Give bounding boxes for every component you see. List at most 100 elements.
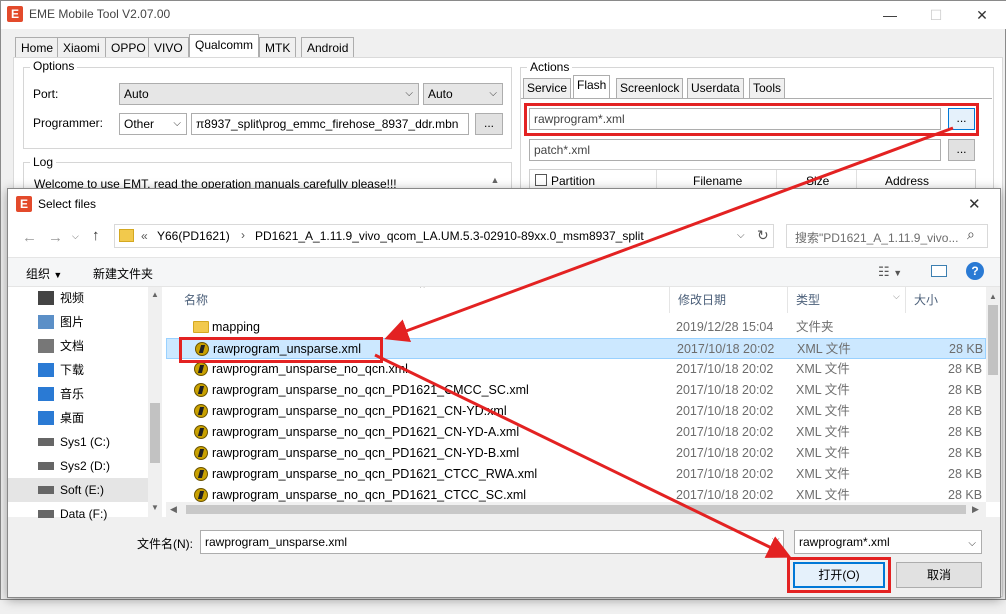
nav-pane-scrollbar[interactable]: ▲ ▼ (148, 287, 162, 517)
refresh-icon[interactable]: ↻ (757, 227, 769, 244)
tab-home[interactable]: Home (15, 37, 60, 57)
log-scroll-up-icon[interactable]: ▲ (487, 175, 503, 189)
scroll-up-icon[interactable]: ▲ (989, 292, 997, 301)
breadcrumb-item[interactable]: PD1621_A_1.11.9_vivo_qcom_LA.UM.5.3-0291… (255, 229, 653, 243)
help-icon[interactable]: ? (966, 262, 984, 280)
navigation-bar: ← → ⌵ ↑ « Y66(PD1621) › PD1621_A_1.11.9_… (8, 219, 1000, 257)
tab-xiaomi[interactable]: Xiaomi (57, 37, 106, 57)
back-arrow-icon[interactable]: ← (22, 229, 37, 246)
scroll-right-icon[interactable]: ▶ (972, 504, 979, 515)
breadcrumb-item[interactable]: Y66(PD1621) (157, 229, 230, 243)
h-scroll-thumb[interactable] (186, 505, 966, 514)
drive-icon (38, 510, 54, 518)
select-all-checkbox[interactable] (535, 174, 547, 186)
file-name: rawprogram_unsparse_no_qcn_PD1621_CMCC_S… (212, 383, 529, 397)
column-dropdown-icon[interactable]: ⌵ (893, 291, 900, 302)
chevron-down-icon: ⌵ (173, 118, 181, 129)
search-box[interactable]: 搜索"PD1621_A_1.11.9_vivo... ⌕ (786, 224, 988, 248)
close-icon[interactable]: ✕ (959, 1, 1005, 29)
programmer-type-select[interactable]: Other ⌵ (119, 113, 187, 135)
file-row[interactable]: rawprogram_unsparse_no_qcn_PD1621_CN-YD-… (166, 422, 986, 443)
nav-item[interactable]: 桌面 (8, 406, 148, 430)
nav-item[interactable]: Sys1 (C:) (8, 430, 148, 454)
file-row[interactable]: rawprogram_unsparse_no_qcn_PD1621_CN-YD.… (166, 401, 986, 422)
port-mode-select[interactable]: Auto ⌵ (423, 83, 503, 105)
open-button[interactable]: 打开(O) (793, 562, 885, 588)
scroll-left-icon[interactable]: ◀ (170, 504, 177, 515)
cancel-button[interactable]: 取消 (896, 562, 982, 588)
filename-dropdown-icon[interactable]: ⌵ (772, 534, 780, 545)
col-size[interactable]: 大小 (906, 287, 986, 313)
address-dropdown-icon[interactable]: ⌵ (737, 230, 745, 241)
nav-item[interactable]: 图片 (8, 310, 148, 334)
file-name: rawprogram_unsparse_no_qcn_PD1621_CTCC_S… (212, 488, 527, 502)
rawprogram-field[interactable]: rawprogram*.xml (529, 108, 941, 130)
file-date: 2017/10/18 20:02 (676, 467, 774, 481)
tab-android[interactable]: Android (301, 37, 355, 57)
port-select[interactable]: Auto ⌵ (119, 83, 419, 105)
file-row[interactable]: rawprogram_unsparse_no_qcn_PD1621_CTCC_S… (166, 485, 986, 502)
tab-qualcomm[interactable]: Qualcomm (189, 34, 260, 58)
nav-item[interactable]: 文档 (8, 334, 148, 358)
file-type: XML 文件 (796, 446, 850, 460)
nav-item[interactable]: 下载 (8, 358, 148, 382)
nav-item[interactable]: Soft (E:) (8, 478, 148, 502)
programmer-browse-button[interactable]: ... (475, 113, 503, 135)
recent-chevron-icon[interactable]: ⌵ (72, 231, 79, 242)
nav-item[interactable]: Data (F:) (8, 502, 148, 526)
up-arrow-icon[interactable]: ↑ (92, 227, 100, 244)
file-type-filter[interactable]: rawprogram*.xml ⌵ (794, 530, 982, 554)
file-name: rawprogram_unsparse_no_qcn_PD1621_CN-YD.… (212, 404, 507, 418)
nav-item-label: 文档 (60, 339, 85, 353)
file-list: 名称 ^ 修改日期 类型 大小 ⌵ mapping 2019/12/28 15:0… (166, 287, 986, 502)
minimize-icon[interactable]: — (867, 1, 913, 29)
tab-userdata[interactable]: Userdata (687, 78, 744, 98)
tab-tools[interactable]: Tools (749, 78, 786, 98)
breadcrumb-overflow[interactable]: « (141, 229, 148, 243)
nav-item[interactable]: 视频 (8, 286, 148, 310)
file-size: 28 KB (948, 467, 983, 481)
address-bar[interactable]: « Y66(PD1621) › PD1621_A_1.11.9_vivo_qco… (114, 224, 774, 248)
picture-icon (38, 315, 54, 329)
rawprogram-browse-button[interactable]: ... (948, 108, 975, 130)
tab-flash[interactable]: Flash (573, 75, 611, 99)
patch-field[interactable]: patch*.xml (529, 139, 941, 161)
file-scroll-thumb[interactable] (988, 305, 998, 375)
nav-item[interactable]: Sys2 (D:) (8, 454, 148, 478)
patch-browse-button[interactable]: ... (948, 139, 975, 161)
nav-item[interactable]: 音乐 (8, 382, 148, 406)
scroll-up-icon[interactable]: ▲ (151, 290, 159, 299)
file-row[interactable]: rawprogram_unsparse_no_qcn_PD1621_CTCC_R… (166, 464, 986, 485)
folder-icon (193, 321, 209, 333)
col-size: Size (806, 174, 830, 188)
tab-service[interactable]: Service (523, 78, 572, 98)
dialog-close-icon[interactable]: ✕ (968, 195, 981, 213)
tab-screenlock[interactable]: Screenlock (616, 78, 684, 98)
xml-file-icon (194, 446, 208, 460)
scroll-down-icon[interactable]: ▼ (151, 503, 159, 512)
file-list-scrollbar[interactable]: ▲ (986, 287, 1000, 502)
programmer-path-field[interactable]: π8937_split\prog_emmc_firehose_8937_ddr.… (191, 113, 469, 135)
folder-row[interactable]: mapping 2019/12/28 15:04 文件夹 (166, 317, 986, 338)
nav-item-label: Sys1 (C:) (60, 435, 111, 449)
file-list-hscrollbar[interactable]: ◀ ▶ (166, 502, 986, 517)
organize-button[interactable]: 组织 ▼ (26, 265, 62, 282)
tab-vivo[interactable]: VIVO (148, 37, 189, 57)
nav-scroll-thumb[interactable] (150, 403, 160, 463)
tab-mtk[interactable]: MTK (259, 37, 297, 57)
search-icon[interactable]: ⌕ (967, 226, 975, 243)
view-options-icon[interactable]: ☷ ▼ (878, 264, 902, 280)
filename-input[interactable]: rawprogram_unsparse.xml (200, 530, 784, 554)
col-name[interactable]: 名称 (166, 287, 670, 313)
port-value: Auto (124, 87, 149, 101)
maximize-icon[interactable]: ☐ (913, 1, 959, 29)
col-date[interactable]: 修改日期 (670, 287, 788, 313)
forward-arrow-icon[interactable]: → (48, 229, 63, 246)
preview-pane-icon[interactable] (931, 265, 947, 277)
programmer-label: Programmer: (33, 116, 104, 130)
col-type[interactable]: 类型 (788, 287, 906, 313)
file-row[interactable]: rawprogram_unsparse_no_qcn_PD1621_CN-YD-… (166, 443, 986, 464)
tab-oppo[interactable]: OPPO (105, 37, 152, 57)
file-row[interactable]: rawprogram_unsparse_no_qcn_PD1621_CMCC_S… (166, 380, 986, 401)
new-folder-button[interactable]: 新建文件夹 (93, 265, 153, 282)
